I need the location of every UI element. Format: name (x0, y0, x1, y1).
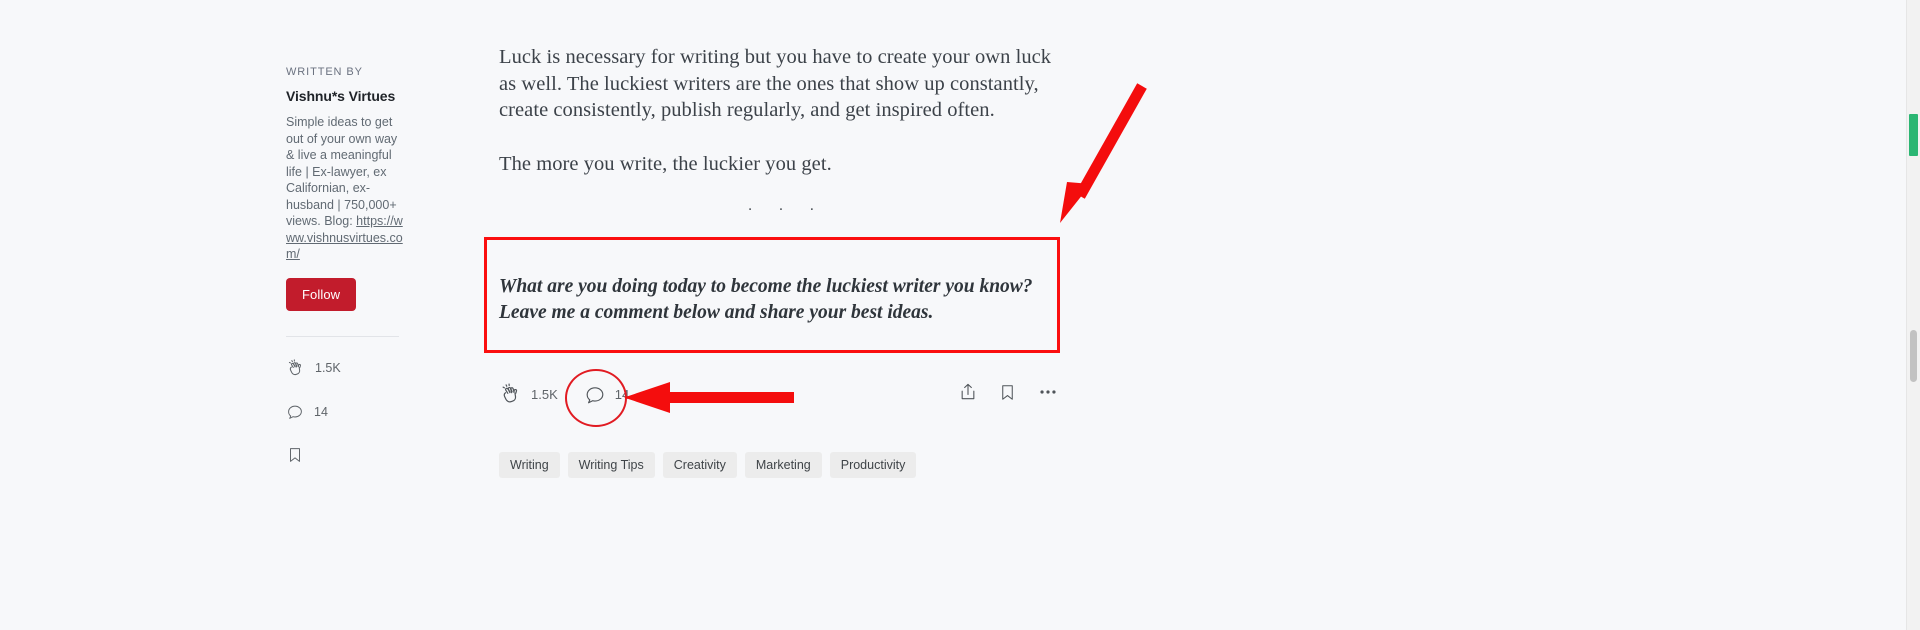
sidebar-clap-stat[interactable]: 1.5K (286, 358, 406, 378)
follow-button[interactable]: Follow (286, 277, 357, 311)
author-bio: Simple ideas to get out of your own way … (286, 114, 406, 263)
tag-item[interactable]: Writing Tips (567, 452, 655, 478)
more-horizontal-icon[interactable] (1037, 381, 1059, 408)
section-divider-dots: . . . (747, 197, 826, 214)
clap-icon (499, 383, 522, 406)
share-icon[interactable] (958, 382, 978, 407)
comment-icon (584, 384, 606, 406)
comment-count: 14 (614, 387, 630, 402)
sidebar-clap-count: 1.5K (315, 361, 341, 375)
comment-icon (286, 403, 304, 421)
article-body: Luck is necessary for writing but you ha… (499, 44, 1064, 214)
article-paragraph: Luck is necessary for writing but you ha… (499, 46, 1052, 121)
sidebar-comment-stat[interactable]: 14 (286, 403, 406, 421)
bookmark-icon[interactable] (998, 383, 1017, 407)
author-name[interactable]: Vishnu*s Virtues (286, 88, 406, 104)
comment-button[interactable]: 14 (584, 384, 629, 406)
clap-icon (286, 358, 305, 378)
article-page: WRITTEN BY Vishnu*s Virtues Simple ideas… (0, 0, 1920, 630)
scrollbar-highlight-marker (1909, 114, 1918, 156)
sidebar-stats: 1.5K 14 (286, 358, 406, 464)
clap-button[interactable]: 1.5K (499, 383, 558, 406)
action-bar-right-group (958, 381, 1059, 408)
author-bio-text: Simple ideas to get out of your own way … (286, 115, 398, 228)
clap-count: 1.5K (531, 387, 558, 402)
article-action-bar: 1.5K 14 (499, 381, 1059, 408)
tag-item[interactable]: Creativity (662, 452, 737, 478)
sidebar-comment-count: 14 (314, 404, 328, 419)
sidebar-divider (286, 335, 399, 337)
scrollbar-track[interactable] (1906, 0, 1920, 630)
article-paragraph: The more you write, the luckier you get. (499, 152, 832, 175)
author-sidebar: WRITTEN BY Vishnu*s Virtues Simple ideas… (286, 66, 406, 464)
action-bar-left-group: 1.5K 14 (499, 383, 629, 406)
tag-item[interactable]: Writing (499, 452, 560, 478)
sidebar-bookmark-stat[interactable] (286, 446, 406, 464)
annotation-arrow-diagonal (1060, 83, 1147, 223)
written-by-label: WRITTEN BY (286, 66, 363, 78)
article-tag-list: Writing Writing Tips Creativity Marketin… (499, 452, 917, 478)
article-pull-quote: What are you doing today to become the l… (499, 276, 1033, 323)
bookmark-icon (286, 446, 304, 464)
tag-item[interactable]: Marketing (744, 452, 822, 478)
scrollbar-thumb[interactable] (1910, 330, 1917, 382)
tag-item[interactable]: Productivity (829, 452, 917, 478)
